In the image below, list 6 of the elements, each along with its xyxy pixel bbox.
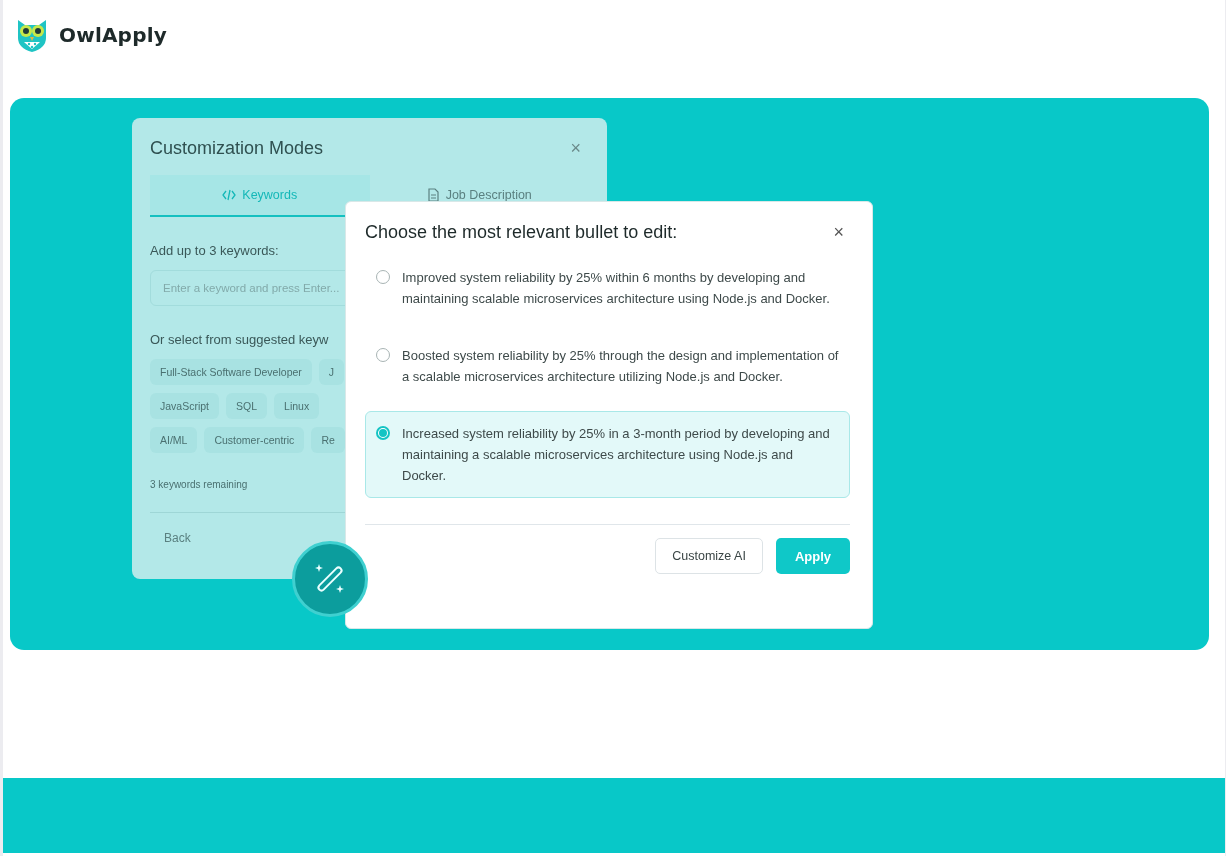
brand-name: OwlApply [59,23,167,47]
dialog-title: Choose the most relevant bullet to edit: [365,222,678,243]
dialog-title: Customization Modes [150,138,324,159]
field-label: Add up to 3 keywords: [150,243,280,258]
section-label: Or select from suggested keyw [150,332,330,347]
remaining-count: 3 keywords remaining [150,479,249,490]
